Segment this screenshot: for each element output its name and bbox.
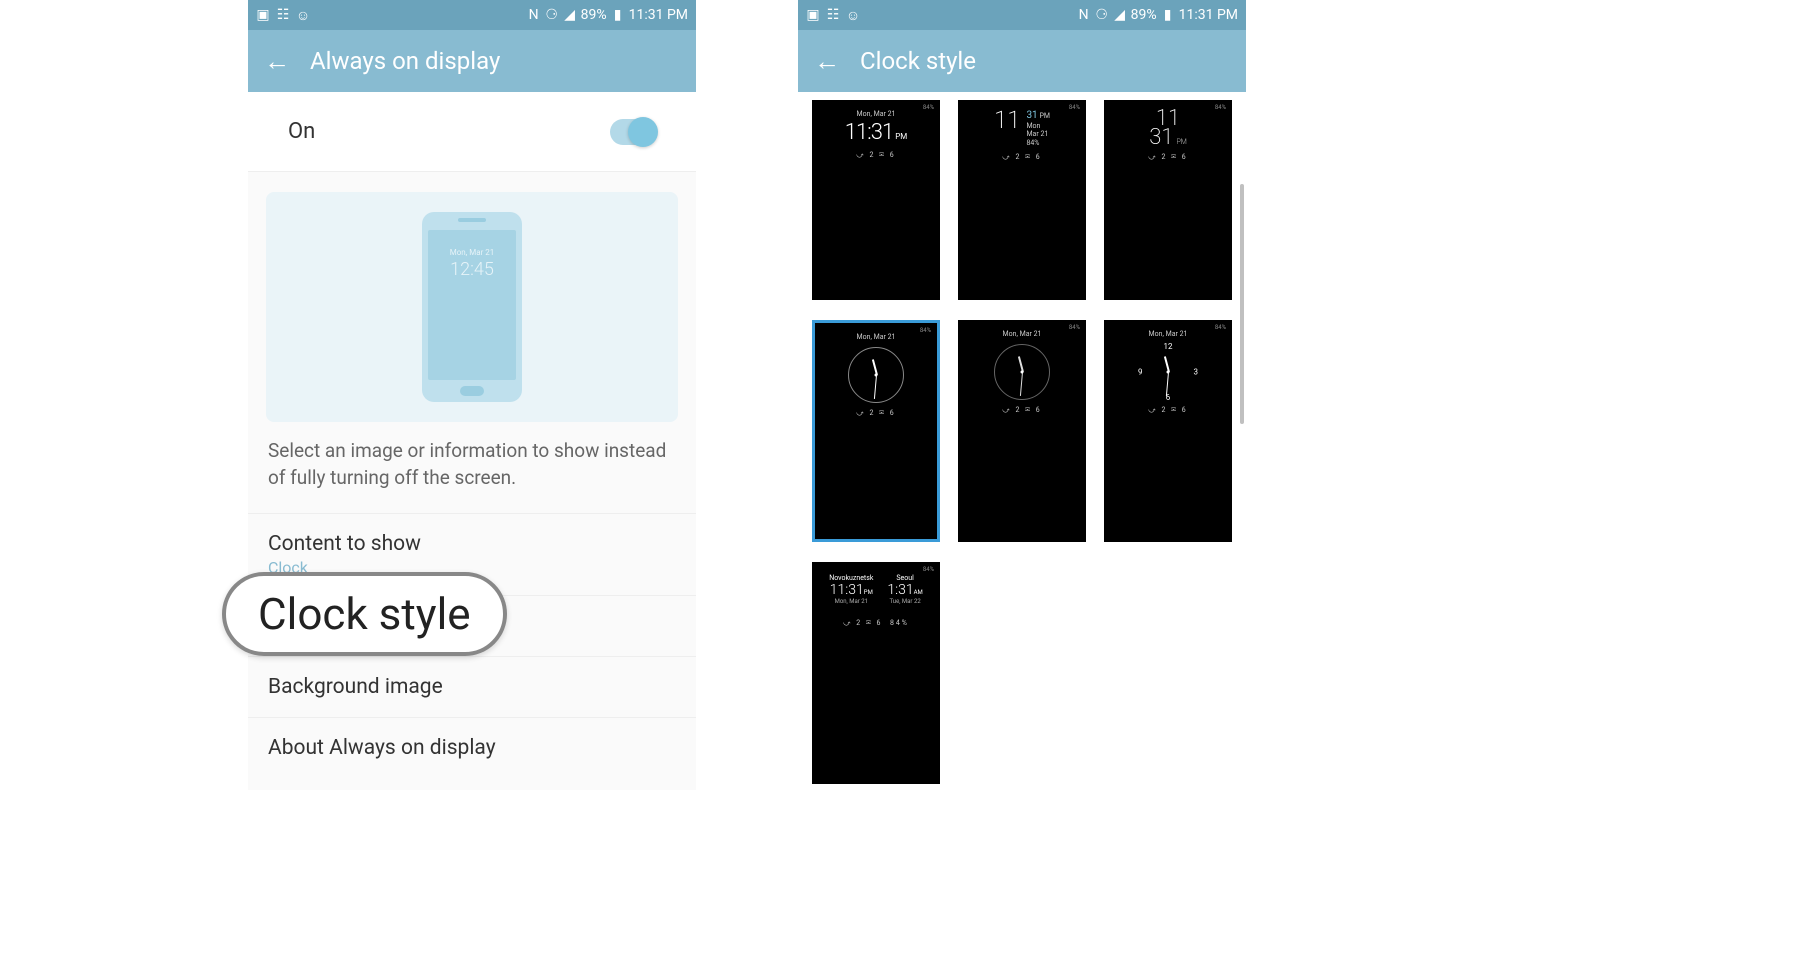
app-icon: ☺	[846, 8, 860, 22]
mockup-date: Mon, Mar 21	[450, 248, 495, 257]
card-notif: ⤻ 2 ✉ 6	[1002, 406, 1041, 415]
menu-about-aod[interactable]: About Always on display	[248, 717, 696, 778]
clock-time: 11:31	[845, 120, 893, 145]
card-battery: 84%	[1069, 324, 1080, 331]
status-time: 11:31 PM	[1179, 7, 1238, 23]
ampm: PM	[895, 132, 907, 141]
toggle-knob	[628, 117, 658, 147]
back-arrow-icon[interactable]: ←	[814, 46, 840, 77]
card-notif: ⤻ 2 ✉ 6	[1148, 153, 1187, 162]
card-date: Mon, Mar 21	[1149, 330, 1188, 338]
status-bar: ▣ ☷ ☺ N ⚆ ◢ 89% ▮ 11:31 PM	[248, 0, 696, 30]
nfc-icon: N	[527, 8, 541, 22]
status-bar: ▣ ☷ ☺ N ⚆ ◢ 89% ▮ 11:31 PM	[798, 0, 1246, 30]
signal-icon: ◢	[563, 8, 577, 22]
phone-mockup: Mon, Mar 21 12:45	[422, 212, 522, 402]
app-bar: ← Clock style	[798, 30, 1246, 92]
callout-bubble: Clock style	[222, 572, 507, 656]
toggle-switch[interactable]	[610, 119, 656, 145]
card-battery: 84%	[920, 327, 931, 334]
clock-style-digital-1[interactable]: 84% Mon, Mar 21 11:31PM ⤻ 2 ✉ 6	[812, 100, 940, 300]
wifi-icon: ⚆	[545, 8, 559, 22]
app-bar: ← Always on display	[248, 30, 696, 92]
page-title: Clock style	[860, 47, 976, 75]
network-icon: ☷	[276, 8, 290, 22]
world-date-1: Mon, Mar 21	[829, 598, 873, 605]
clock-style-digital-2[interactable]: 84% 11 31 PM Mon Mar 21 84% ⤻ 2 ✉ 6	[958, 100, 1086, 300]
card-notif: ⤻ 2 ✉ 6	[856, 409, 895, 418]
analog-clock-icon	[848, 347, 904, 403]
ampm: PM	[1176, 138, 1186, 146]
network-icon: ☷	[826, 8, 840, 22]
world-date-2: Tue, Mar 22	[887, 598, 922, 605]
clock-min: 31	[1149, 125, 1173, 150]
menu-background-image[interactable]: Background image	[248, 656, 696, 717]
world-time-1: 11:31	[830, 582, 864, 598]
phone-left: ▣ ☷ ☺ N ⚆ ◢ 89% ▮ 11:31 PM ← Always on d…	[248, 0, 696, 790]
card-notif: ⤻ 2 ✉ 6	[1002, 153, 1041, 162]
signal-icon: ◢	[1113, 8, 1127, 22]
clock-day: 31	[1026, 110, 1037, 121]
clock-style-grid[interactable]: 84% Mon, Mar 21 11:31PM ⤻ 2 ✉ 6 84% 11 3…	[798, 92, 1246, 790]
battery-icon: ▮	[611, 8, 625, 22]
analog-clock-icon	[994, 344, 1050, 400]
card-notif: ⤻ 2 ✉ 6	[856, 151, 895, 160]
card-battery: 84%	[1215, 324, 1226, 331]
card-date: Mon, Mar 21	[1003, 330, 1042, 338]
menu-title: Background image	[268, 675, 676, 699]
toggle-label: On	[288, 119, 315, 144]
card-notif: ⤻ 2 ✉ 6	[1148, 406, 1187, 415]
scrollbar[interactable]	[1240, 184, 1244, 424]
world-ampm-2: AM	[914, 589, 923, 596]
dow: Mon	[1026, 122, 1050, 130]
mon: Mar 21	[1026, 130, 1050, 138]
description-text: Select an image or information to show i…	[248, 434, 696, 513]
card-battery: 84%	[1215, 104, 1226, 111]
aod-toggle-row[interactable]: On	[248, 92, 696, 172]
status-time: 11:31 PM	[629, 7, 688, 23]
wifi-icon: ⚆	[1095, 8, 1109, 22]
battery-percent: 89%	[1131, 7, 1157, 23]
nfc-icon: N	[1077, 8, 1091, 22]
card-battery: 84%	[923, 566, 934, 573]
card-notif: ⤻ 2 ✉ 6 84%	[843, 619, 909, 628]
mockup-screen: Mon, Mar 21 12:45	[428, 230, 516, 380]
bat: 84%	[1026, 139, 1050, 147]
clock-style-world[interactable]: 84% Novokuznetsk 11:31PM Mon, Mar 21 Seo…	[812, 562, 940, 784]
world-time-2: 1:31	[887, 582, 913, 598]
mockup-time: 12:45	[450, 259, 494, 280]
clock-style-analog-1[interactable]: 84% Mon, Mar 21 ⤻ 2 ✉ 6	[812, 320, 940, 542]
battery-percent: 89%	[581, 7, 607, 23]
world-city-1: Novokuznetsk	[829, 574, 873, 582]
menu-title: Content to show	[268, 532, 676, 556]
image-icon: ▣	[806, 8, 820, 22]
battery-icon: ▮	[1161, 8, 1175, 22]
clock-style-analog-2[interactable]: 84% Mon, Mar 21 ⤻ 2 ✉ 6	[958, 320, 1086, 542]
world-city-2: Seoul	[887, 574, 922, 582]
app-icon: ☺	[296, 8, 310, 22]
ampm: PM	[1039, 112, 1050, 120]
clock-hour: 11	[994, 110, 1020, 132]
card-battery: 84%	[923, 104, 934, 111]
world-ampm-1: PM	[864, 589, 873, 596]
clock-style-analog-3[interactable]: 84% Mon, Mar 21 936 ⤻ 2 ✉ 6	[1104, 320, 1232, 542]
card-date: Mon, Mar 21	[857, 333, 896, 341]
preview-card: Mon, Mar 21 12:45	[266, 192, 678, 422]
analog-clock-icon: 936	[1140, 344, 1196, 400]
clock-style-digital-3[interactable]: 84% 11 31PM ⤻ 2 ✉ 6	[1104, 100, 1232, 300]
back-arrow-icon[interactable]: ←	[264, 46, 290, 77]
menu-title: About Always on display	[268, 736, 676, 760]
page-title: Always on display	[310, 47, 500, 75]
card-date: Mon, Mar 21	[857, 110, 896, 118]
phone-right: ▣ ☷ ☺ N ⚆ ◢ 89% ▮ 11:31 PM ← Clock style…	[798, 0, 1246, 790]
card-battery: 84%	[1069, 104, 1080, 111]
image-icon: ▣	[256, 8, 270, 22]
